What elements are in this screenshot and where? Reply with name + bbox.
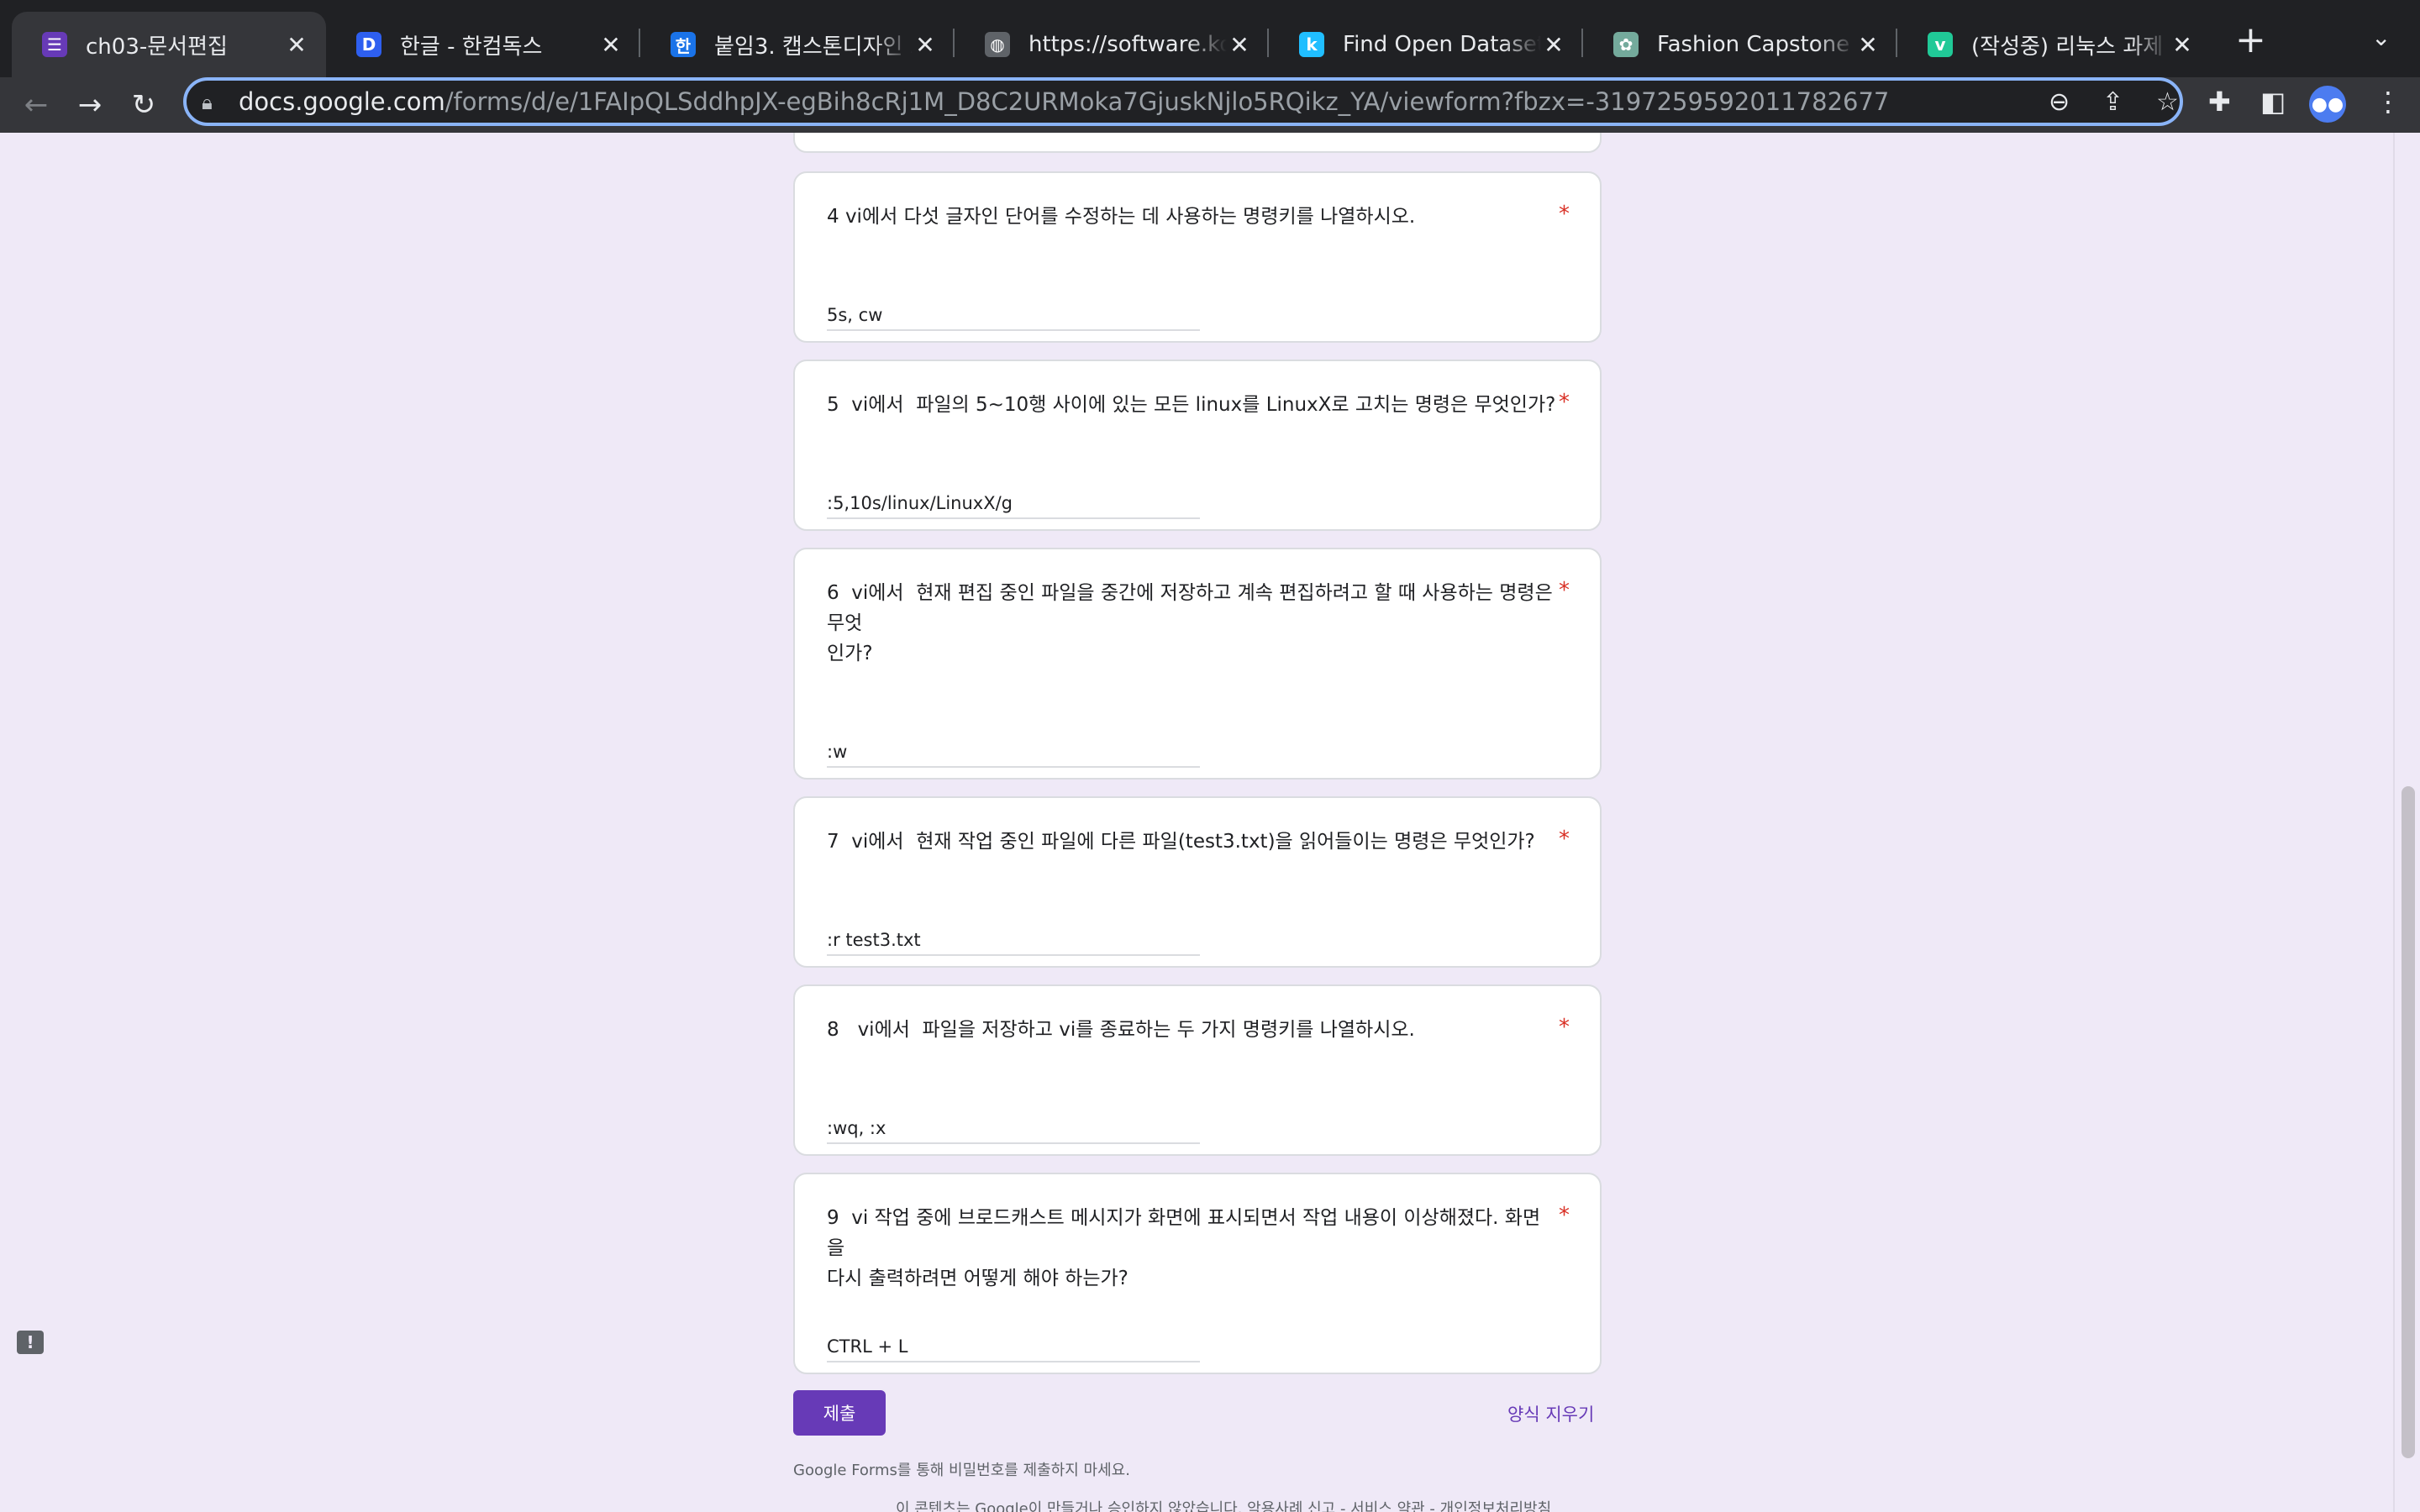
question-label: 9 vi 작업 중에 브로드캐스트 메시지가 화면에 표시되면서 작업 내용이 …	[827, 1207, 1541, 1289]
tab-close-icon[interactable]: ✕	[913, 31, 938, 59]
previous-question-card	[793, 133, 1602, 153]
chatgpt-icon: ✿	[1613, 32, 1639, 57]
question-card: 9 vi 작업 중에 브로드캐스트 메시지가 화면에 표시되면서 작업 내용이 …	[793, 1173, 1602, 1374]
tab-close-icon[interactable]: ✕	[284, 31, 309, 59]
required-marker: *	[1559, 578, 1570, 603]
report-problem-icon[interactable]: !	[17, 1331, 44, 1354]
browser-toolbar: ← → ↻ 🔒︎ docs.google.com/forms/d/e/1FAIp…	[0, 77, 2420, 133]
side-panel-icon[interactable]: ◧	[2260, 86, 2286, 118]
required-marker: *	[1559, 1203, 1570, 1228]
browser-tab[interactable]: ☰ ch03-문서편집 ✕	[12, 12, 326, 77]
address-bar[interactable]: 🔒︎ docs.google.com/forms/d/e/1FAIpQLSddh…	[183, 77, 2183, 126]
tab-title: (작성중) 리눅스 과제	[1971, 34, 2164, 60]
answer-input[interactable]	[827, 738, 1200, 768]
tab-close-icon[interactable]: ✕	[1541, 31, 1566, 59]
url-text[interactable]: docs.google.com/forms/d/e/1FAIpQLSddhpJX…	[239, 87, 1889, 116]
question-card: 5 vi에서 파일의 5~10행 사이에 있는 모든 linux를 LinuxX…	[793, 360, 1602, 531]
answer-input[interactable]	[827, 1332, 1200, 1362]
reload-button[interactable]: ↻	[123, 84, 165, 126]
browser-tab[interactable]: ◍ https://software.korea✕	[955, 12, 1269, 77]
tab-strip: ☰ch03-문서편집✕D한글 - 한컴독스✕한붙임3. 캡스톤디자인 프로✕◍h…	[0, 0, 2420, 77]
browser-tab[interactable]: v (작성중) 리눅스 과제 ✕	[1897, 12, 2212, 77]
tab-title: Find Open Datasets a	[1343, 32, 1541, 57]
share-icon[interactable]: ⇪	[2102, 87, 2123, 117]
browser-tab[interactable]: k Find Open Datasets a✕	[1269, 12, 1583, 77]
back-button[interactable]: ←	[15, 84, 57, 126]
lock-icon: 🔒︎	[202, 91, 213, 114]
password-warning: Google Forms를 통해 비밀번호를 제출하지 마세요.	[793, 1462, 1130, 1479]
tab-title: 한글 - 한컴독스	[400, 34, 543, 60]
tab-search-chevron-icon[interactable]: ⌄	[2371, 24, 2391, 51]
answer-input[interactable]	[827, 1114, 1200, 1144]
extensions-puzzle-icon[interactable]: ✚	[2208, 86, 2231, 118]
question-label: 7 vi에서 현재 작업 중인 파일에 다른 파일(test3.txt)을 읽어…	[827, 831, 1535, 853]
scrollbar-thumb[interactable]	[2402, 786, 2415, 1458]
hwp-file-icon: 한	[671, 32, 696, 57]
bookmark-star-icon[interactable]: ☆	[2156, 87, 2179, 117]
question-card: 7 vi에서 현재 작업 중인 파일에 다른 파일(test3.txt)을 읽어…	[793, 796, 1602, 968]
browser-tab[interactable]: ✿ Fashion Capstone De✕	[1583, 12, 1897, 77]
browser-tab[interactable]: 한 붙임3. 캡스톤디자인 프로✕	[640, 12, 955, 77]
tab-close-icon[interactable]: ✕	[2170, 31, 2195, 59]
required-marker: *	[1559, 827, 1570, 852]
question-card: 8 vi에서 파일을 저장하고 vi를 종료하는 두 가지 명령키를 나열하시오…	[793, 984, 1602, 1156]
answer-input[interactable]	[827, 926, 1200, 956]
question-label: 5 vi에서 파일의 5~10행 사이에 있는 모든 linux를 LinuxX…	[827, 394, 1556, 416]
browser-tab[interactable]: D 한글 - 한컴독스 ✕	[326, 12, 640, 77]
question-label: 4 vi에서 다섯 글자인 단어를 수정하는 데 사용하는 명령키를 나열하시오…	[827, 206, 1416, 228]
answer-input[interactable]	[827, 489, 1200, 519]
new-tab-button[interactable]: +	[2235, 22, 2266, 59]
tab-title: ch03-문서편집	[86, 34, 228, 60]
browser-menu-icon[interactable]: ⋮	[2375, 86, 2402, 118]
velog-icon: v	[1928, 32, 1953, 57]
page-scrollbar[interactable]	[2393, 133, 2420, 1512]
kaggle-icon: k	[1299, 32, 1324, 57]
url-path: /forms/d/e/1FAIpQLSddhpJX-egBih8cRj1M_D8…	[445, 87, 1890, 116]
tab-close-icon[interactable]: ✕	[1855, 31, 1881, 59]
answer-input[interactable]	[827, 301, 1200, 331]
profile-avatar[interactable]: ●●	[2309, 86, 2346, 123]
required-marker: *	[1559, 1015, 1570, 1040]
tab-title: 붙임3. 캡스톤디자인 프로	[714, 34, 913, 60]
required-marker: *	[1559, 390, 1570, 415]
submit-button[interactable]: 제출	[793, 1390, 886, 1436]
form-page: 4 vi에서 다섯 글자인 단어를 수정하는 데 사용하는 명령키를 나열하시오…	[0, 133, 2420, 1512]
zoom-icon[interactable]: ⊖	[2049, 87, 2070, 117]
forward-button[interactable]: →	[69, 84, 111, 126]
tab-close-icon[interactable]: ✕	[598, 31, 623, 59]
forms-icon: ☰	[42, 32, 67, 57]
question-card: 4 vi에서 다섯 글자인 단어를 수정하는 데 사용하는 명령키를 나열하시오…	[793, 171, 1602, 343]
hancom-docs-icon: D	[356, 32, 381, 57]
tab-title: Fashion Capstone De	[1657, 32, 1855, 57]
question-card: 6 vi에서 현재 편집 중인 파일을 중간에 저장하고 계속 편집하려고 할 …	[793, 548, 1602, 780]
question-label: 6 vi에서 현재 편집 중인 파일을 중간에 저장하고 계속 편집하려고 할 …	[827, 582, 1553, 664]
tab-close-icon[interactable]: ✕	[1227, 31, 1252, 59]
url-host: docs.google.com	[239, 87, 445, 116]
required-marker: *	[1559, 202, 1570, 227]
tab-title: https://software.korea	[1028, 32, 1227, 57]
content-disclaimer: 이 콘텐츠는 Google이 만들거나 승인하지 않았습니다. 악용사례 신고 …	[896, 1500, 1552, 1512]
globe-icon: ◍	[985, 32, 1010, 57]
question-label: 8 vi에서 파일을 저장하고 vi를 종료하는 두 가지 명령키를 나열하시오…	[827, 1019, 1415, 1041]
clear-form-link[interactable]: 양식 지우기	[1507, 1401, 1594, 1426]
